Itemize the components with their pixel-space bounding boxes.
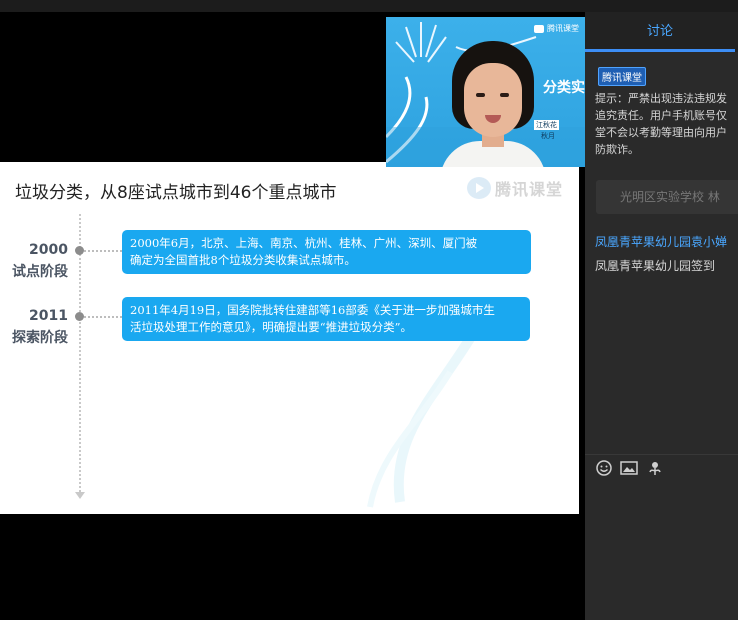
video-brand: 腾讯课堂 xyxy=(534,23,579,34)
emoji-icon[interactable] xyxy=(595,460,613,478)
stage-name: 探索阶段 xyxy=(12,330,68,346)
notice-text: 提示：严禁出现违法违规发 追究责任。用户手机账号仅 堂不会以考勤等理由向用户 防… xyxy=(595,92,727,156)
video-brand-text: 腾讯课堂 xyxy=(547,24,579,33)
stage-name: 试点阶段 xyxy=(12,264,68,280)
school-info-pill[interactable]: 光明区实验学校 林 xyxy=(596,180,738,214)
notice-badge: 腾讯课堂 xyxy=(598,67,646,86)
presentation-slide: 垃圾分类，从8座试点城市到46个重点城市 腾讯课堂 2000 试点阶段 2000… xyxy=(0,162,579,514)
flower-icon[interactable] xyxy=(646,460,664,478)
event-box: 2011年4月19日，国务院批转住建部等16部委《关于进一步加强城市生 活垃圾处… xyxy=(122,297,530,341)
stage-year: 2011 xyxy=(29,308,68,324)
eye xyxy=(476,93,485,97)
top-bar xyxy=(0,0,738,12)
event-text-line: 活垃圾处理工作的意见》，明确提出要“推进垃圾分类”。 xyxy=(130,320,413,334)
stage-year: 2000 xyxy=(29,242,68,258)
timeline-line xyxy=(79,214,81,496)
discussion-panel: 讨论 腾讯课堂 提示：严禁出现违法违规发 追究责任。用户手机账号仅 堂不会以考勤… xyxy=(585,12,738,620)
timeline-dot xyxy=(75,312,84,321)
teacher-video[interactable]: 腾讯课堂 分类实 江秋花 秋月 xyxy=(386,17,585,167)
brand-logo-icon xyxy=(534,24,544,33)
input-divider xyxy=(585,454,738,455)
timeline-arrow-icon xyxy=(75,492,85,499)
eye xyxy=(500,93,509,97)
timeline-connector xyxy=(84,250,122,252)
slide-title: 垃圾分类，从8座试点城市到46个重点城市 xyxy=(15,183,337,203)
tab-discussion[interactable]: 讨论 xyxy=(585,12,735,52)
watermark-text: 腾讯课堂 xyxy=(495,180,564,199)
image-icon[interactable] xyxy=(620,460,638,478)
play-logo-icon xyxy=(467,177,491,199)
teacher-figure xyxy=(438,41,548,167)
timeline-connector xyxy=(84,316,122,318)
event-box: 2000年6月，北京、上海、南京、杭州、桂林、广州、深圳、厦门被 确定为全国首批… xyxy=(122,230,531,274)
background-swirl-decoration xyxy=(367,319,485,508)
timeline-dot xyxy=(75,246,84,255)
event-text-line: 2011年4月19日，国务院批转住建部等16部委《关于进一步加强城市生 xyxy=(130,303,495,317)
face xyxy=(464,63,522,137)
watermark: 腾讯课堂 xyxy=(467,176,563,200)
panel-tabs: 讨论 xyxy=(585,12,738,52)
message-sender[interactable]: 凤凰青苹果幼儿园袁小婵 xyxy=(595,233,727,250)
event-text-line: 2000年6月，北京、上海、南京、杭州、桂林、广州、深圳、厦门被 xyxy=(130,236,478,250)
message-text: 凤凰青苹果幼儿园签到 xyxy=(595,259,716,273)
video-title-fragment: 分类实 xyxy=(543,80,585,96)
tab-underline xyxy=(585,49,735,52)
event-text-line: 确定为全国首批8个垃圾分类收集试点城市。 xyxy=(130,253,356,267)
